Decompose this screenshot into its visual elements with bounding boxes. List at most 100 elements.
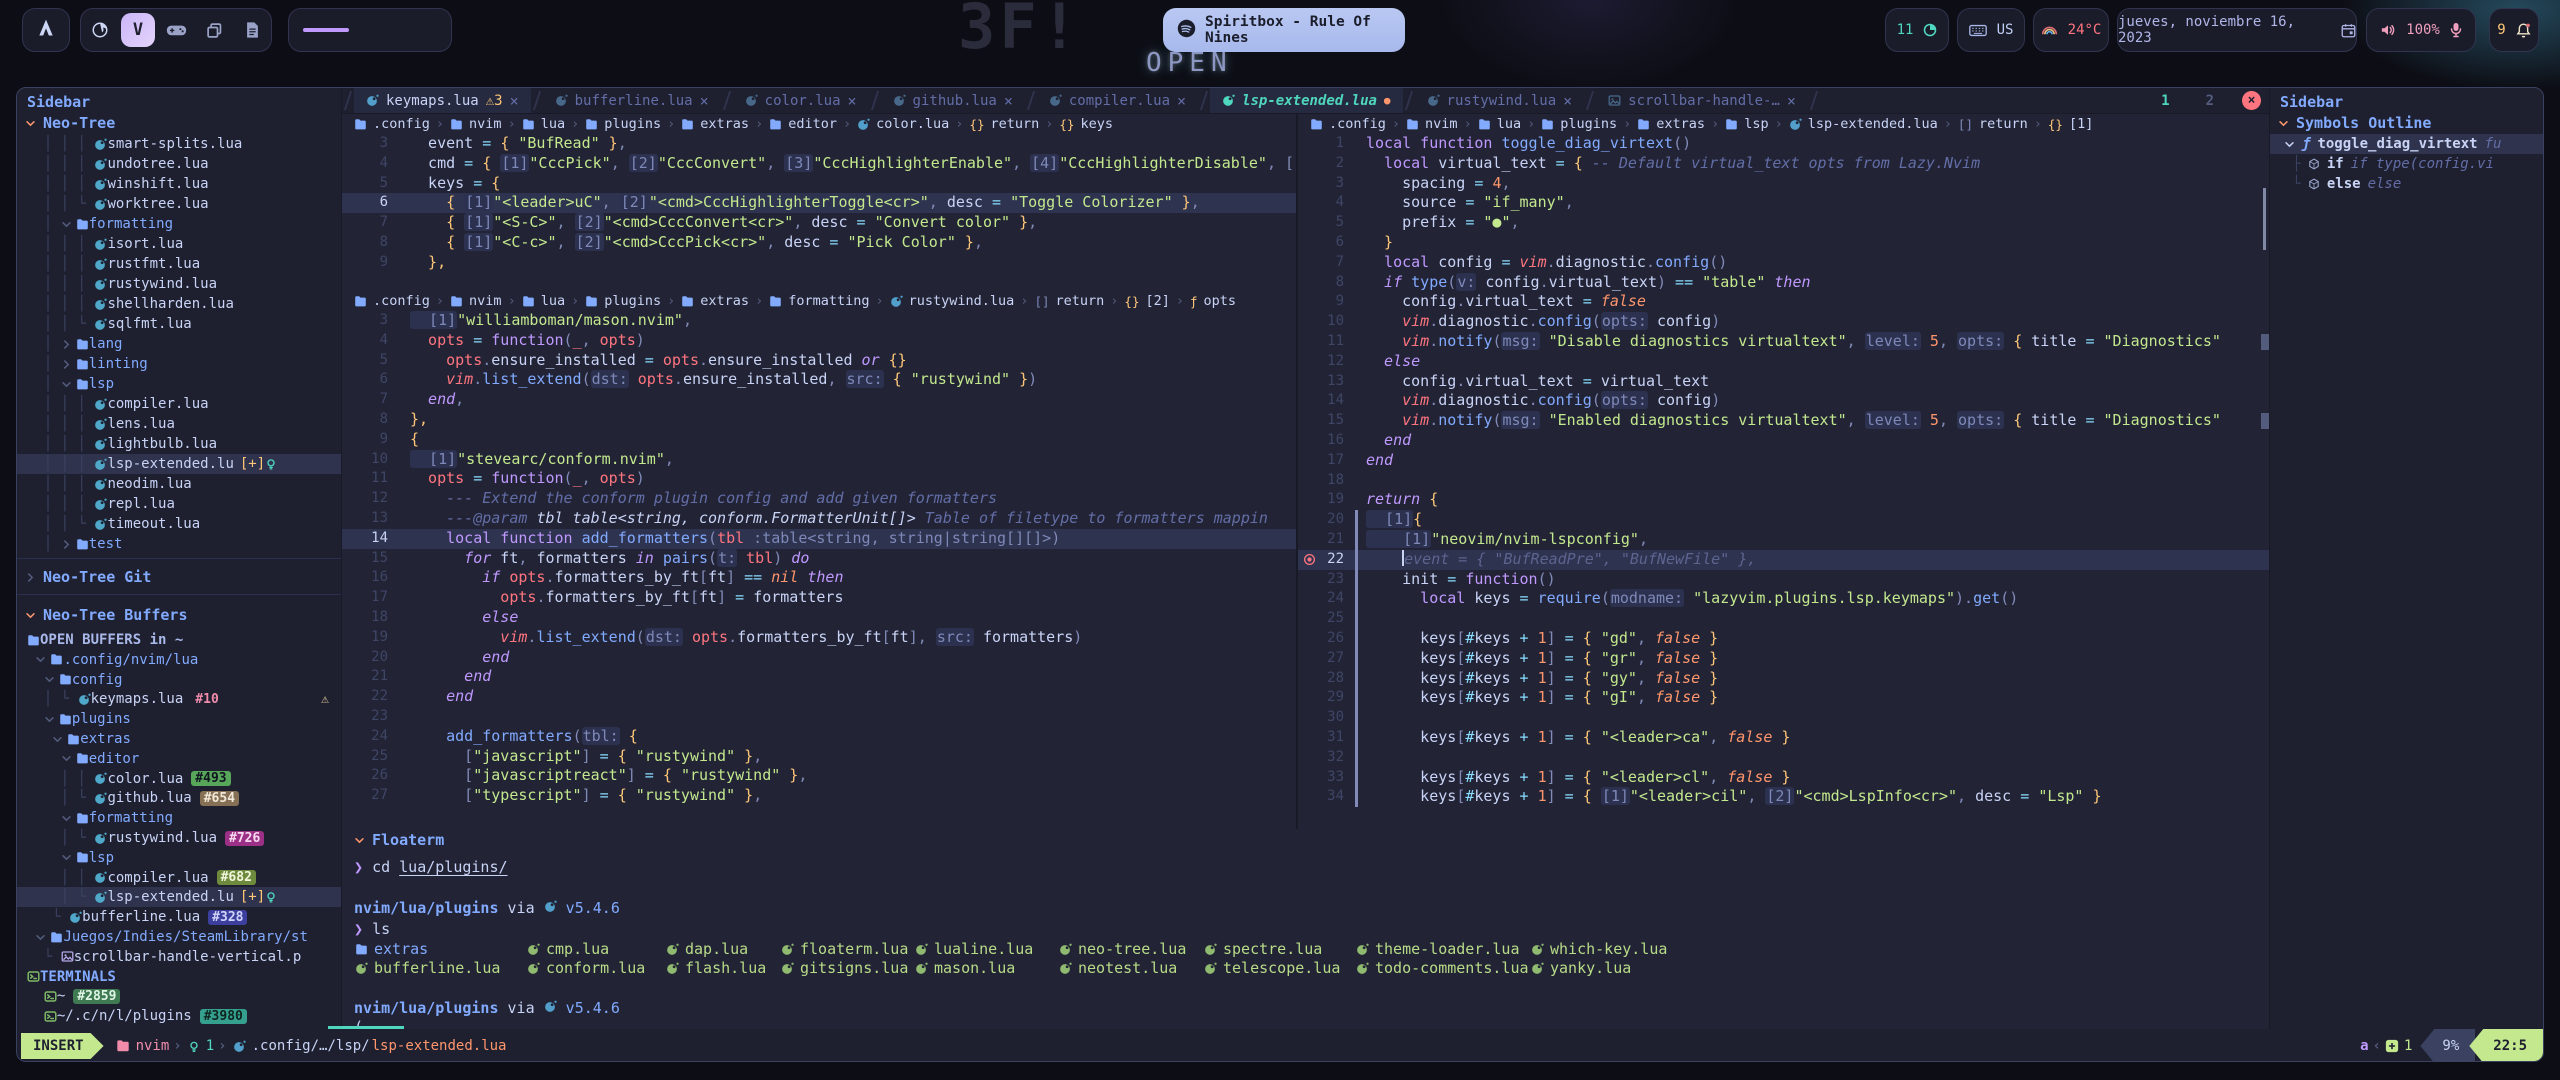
tab-color.lua[interactable]: color.lua×: [733, 88, 869, 113]
section-neo-tree-git[interactable]: Neo-Tree Git: [25, 568, 151, 586]
symbol-item-if[interactable]: ├ifif type(config.vi: [2270, 154, 2544, 174]
tree-item-Juegos-Indies-SteamLibrary-st[interactable]: Juegos/Indies/SteamLibrary/st: [17, 927, 341, 947]
code-line[interactable]: 3 [1]"williamboman/mason.nvim",: [342, 311, 1296, 331]
tree-item-formatting[interactable]: formatting: [17, 808, 341, 828]
code-line[interactable]: 25: [1298, 609, 2269, 629]
code-line[interactable]: 17 opts.formatters_by_ft[ft] = formatter…: [342, 588, 1296, 608]
symbols-outline-header[interactable]: Symbols Outline: [2278, 114, 2431, 132]
firefox-icon[interactable]: [83, 13, 117, 47]
tab-rustywind.lua[interactable]: rustywind.lua×: [1415, 88, 1585, 113]
code-line[interactable]: 26 keys[#keys + 1] = { "gd", false }: [1298, 629, 2269, 649]
code-line[interactable]: 26 ["javascriptreact"] = { "rustywind" }…: [342, 766, 1296, 786]
tree-item-lsp-extended.lu[interactable]: │ └ lsp-extended.lu[+]: [17, 887, 341, 907]
code-line[interactable]: 19return {: [1298, 490, 2269, 510]
tree-item-sqlfmt.lua[interactable]: │ │ └ sqlfmt.lua: [17, 314, 341, 334]
tree-item-timeout.lua[interactable]: │ │ └ timeout.lua: [17, 514, 341, 534]
code-line[interactable]: 14 local function add_formatters(tbl :ta…: [342, 529, 1296, 549]
code-line[interactable]: 12 --- Extend the conform plugin config …: [342, 489, 1296, 509]
code-line[interactable]: 6 }: [1298, 233, 2269, 253]
tree-item-keymaps.lua[interactable]: │ └ keymaps.lua#10⚠: [17, 689, 341, 709]
tab-close-icon[interactable]: ×: [1177, 92, 1186, 110]
tree-item-editor[interactable]: editor: [17, 749, 341, 769]
editor-scrollbar[interactable]: [2263, 188, 2266, 250]
tree-item-scrollbar-handle-vertical.p[interactable]: └ scrollbar-handle-vertical.p: [17, 947, 341, 967]
code-line[interactable]: 8 { [1]"<C-c>", [2]"<cmd>CccPick<cr>", d…: [342, 233, 1296, 253]
code-line[interactable]: 8},: [342, 410, 1296, 430]
code-line[interactable]: 3 spacing = 4,: [1298, 174, 2269, 194]
tab-close-icon[interactable]: ×: [848, 92, 857, 110]
notifications-widget[interactable]: 9: [2489, 8, 2539, 52]
code-line[interactable]: 4 opts = function(_, opts): [342, 331, 1296, 351]
code-line[interactable]: 5 keys = {: [342, 174, 1296, 194]
tree-item-bufferline.lua[interactable]: └ bufferline.lua#328: [17, 907, 341, 927]
weather-widget[interactable]: 24°C: [2033, 8, 2109, 52]
tree-item-github.lua[interactable]: │ └ github.lua#654: [17, 788, 341, 808]
tree-item-TERMINALS[interactable]: TERMINALS: [17, 967, 341, 987]
music-player-widget[interactable]: Spiritbox - Rule Of Nines: [1163, 8, 1405, 52]
date-widget[interactable]: jueves, noviembre 16, 2023: [2117, 8, 2357, 52]
symbols-outline-sidebar[interactable]: SidebarSymbols Outlineƒtoggle_diag_virte…: [2269, 88, 2544, 1029]
code-line[interactable]: 8 if type(v: config.virtual_text) == "ta…: [1298, 273, 2269, 293]
tab-page-1[interactable]: 1: [2153, 93, 2177, 109]
tree-item-compiler.lua[interactable]: │ │ compiler.lua#682: [17, 868, 341, 888]
code-line[interactable]: 20 end: [342, 648, 1296, 668]
tree-item-color.lua[interactable]: │ │ color.lua#493: [17, 769, 341, 789]
code-line[interactable]: 18: [1298, 471, 2269, 491]
code-line[interactable]: 27 ["typescript"] = { "rustywind" },: [342, 786, 1296, 806]
keyboard-layout-widget[interactable]: US: [1957, 8, 2025, 52]
tree-item-rustywind.lua[interactable]: │ │ │ rustywind.lua: [17, 274, 341, 294]
code-line[interactable]: 18 else: [342, 608, 1296, 628]
code-line[interactable]: 32: [1298, 748, 2269, 768]
tab-close-icon[interactable]: ×: [1004, 92, 1013, 110]
code-line[interactable]: 5 prefix = "●",: [1298, 213, 2269, 233]
code-line[interactable]: 33 keys[#keys + 1] = { "<leader>cl", fal…: [1298, 768, 2269, 788]
code-line[interactable]: 28 keys[#keys + 1] = { "gy", false }: [1298, 669, 2269, 689]
section-neo-tree[interactable]: Neo-Tree: [25, 114, 115, 132]
code-line[interactable]: 22 end: [342, 687, 1296, 707]
section-neo-tree-buffers[interactable]: Neo-Tree Buffers: [25, 606, 188, 624]
code-line[interactable]: 23: [342, 707, 1296, 727]
tab-lsp-extended.lua[interactable]: lsp-extended.lua●: [1210, 88, 1402, 113]
code-line[interactable]: 15 vim.notify(msg: "Enabled diagnostics …: [1298, 411, 2269, 431]
code-line[interactable]: 9 config.virtual_text = false: [1298, 292, 2269, 312]
document-icon[interactable]: [235, 13, 269, 47]
code-line[interactable]: 6 vim.list_extend(dst: opts.ensure_insta…: [342, 370, 1296, 390]
tree-item-~[interactable]: ~#2859: [17, 986, 341, 1006]
tree-item-shellharden.lua[interactable]: │ │ │ shellharden.lua: [17, 294, 341, 314]
tree-item-rustywind.lua[interactable]: │ └ rustywind.lua#726: [17, 828, 341, 848]
code-line[interactable]: 3 event = { "BufRead" },: [342, 134, 1296, 154]
tree-item-isort.lua[interactable]: │ │ │ isort.lua: [17, 234, 341, 254]
code-line[interactable]: 11 opts = function(_, opts): [342, 469, 1296, 489]
window-title-widget[interactable]: [288, 8, 452, 52]
tab-keymaps.lua[interactable]: keymaps.lua⚠3×: [354, 88, 531, 113]
tree-item-repl.lua[interactable]: │ │ │ repl.lua: [17, 494, 341, 514]
tree-item-test[interactable]: │ test: [17, 534, 341, 554]
tree-item-lsp-extended.lu[interactable]: │ │ │ lsp-extended.lu[+]: [17, 454, 341, 474]
code-line[interactable]: 34 keys[#keys + 1] = { [1]"<leader>cil",…: [1298, 787, 2269, 807]
tree-item-compiler.lua[interactable]: │ │ │ compiler.lua: [17, 394, 341, 414]
tree-item-lsp[interactable]: │ lsp: [17, 374, 341, 394]
code-line[interactable]: 13 config.virtual_text = virtual_text: [1298, 372, 2269, 392]
code-line[interactable]: 12 else: [1298, 352, 2269, 372]
floaterm-header[interactable]: Floaterm: [354, 831, 444, 849]
tab-page-2[interactable]: 2: [2198, 93, 2222, 109]
code-line[interactable]: 1local function toggle_diag_virtext(): [1298, 134, 2269, 154]
tree-item-.config-nvim-lua[interactable]: .config/nvim/lua: [17, 650, 341, 670]
tab-scrollbar-handle--[interactable]: scrollbar-handle-…×: [1596, 88, 1808, 113]
code-line[interactable]: 7 local config = vim.diagnostic.config(): [1298, 253, 2269, 273]
code-line[interactable]: 15 for ft, formatters in pairs(t: tbl) d…: [342, 549, 1296, 569]
updates-widget[interactable]: 11: [1885, 8, 1949, 52]
symbol-item-toggle_diag_virtext[interactable]: ƒtoggle_diag_virtextfu: [2270, 134, 2544, 154]
code-line[interactable]: 20 [1]{: [1298, 510, 2269, 530]
audio-widget[interactable]: 100%: [2366, 8, 2476, 52]
tree-item-lightbulb.lua[interactable]: │ │ │ lightbulb.lua: [17, 434, 341, 454]
close-all-button[interactable]: ×: [2242, 91, 2261, 110]
code-line[interactable]: 13 ---@param tbl table<string, conform.F…: [342, 509, 1296, 529]
code-line[interactable]: 16 if opts.formatters_by_ft[ft] == nil t…: [342, 568, 1296, 588]
code-line[interactable]: 10 vim.diagnostic.config(opts: config): [1298, 312, 2269, 332]
code-line[interactable]: 22 event = { "BufReadPre", "BufNewFile" …: [1298, 550, 2269, 570]
code-line[interactable]: 27 keys[#keys + 1] = { "gr", false }: [1298, 649, 2269, 669]
code-line[interactable]: 21 [1]"neovim/nvim-lspconfig",: [1298, 530, 2269, 550]
tree-item-undotree.lua[interactable]: │ │ │ undotree.lua: [17, 154, 341, 174]
code-line[interactable]: 9 },: [342, 253, 1296, 273]
